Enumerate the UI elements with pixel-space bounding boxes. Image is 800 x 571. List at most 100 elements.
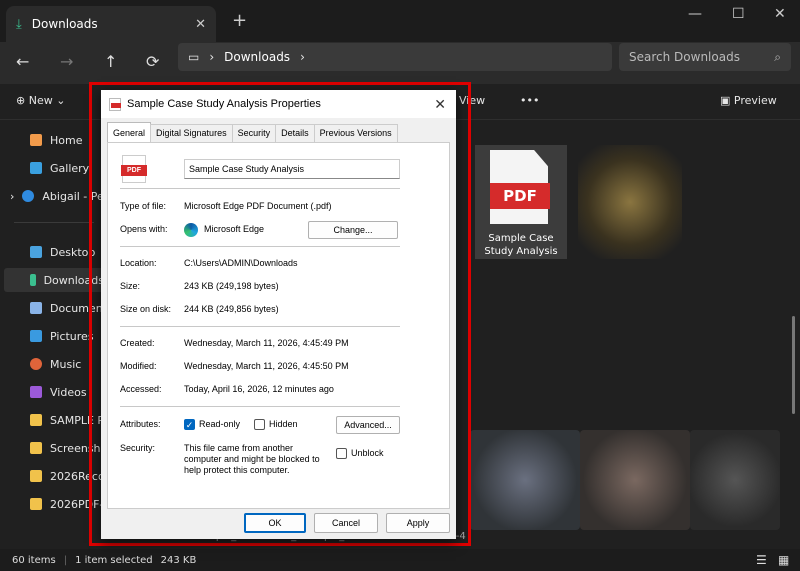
sidebar-item-label: Videos [50, 385, 87, 399]
sidebar-item-desktop[interactable]: Desktop [30, 240, 95, 264]
properties-dialog: Sample Case Study Analysis Properties ✕ … [101, 90, 456, 539]
accessed-label: Accessed: [120, 384, 162, 394]
home-icon [30, 134, 42, 146]
search-input[interactable]: Search Downloads ⌕ [619, 43, 791, 71]
file-thumbnail[interactable] [578, 145, 682, 259]
cloud-icon [22, 190, 35, 202]
download-icon [30, 274, 36, 286]
refresh-button[interactable]: ⟳ [146, 52, 159, 71]
security-message-line: help protect this computer. [184, 465, 290, 475]
address-bar[interactable]: ▭ › Downloads › [178, 43, 612, 71]
tab-downloads[interactable]: ⤓ Downloads ✕ [6, 6, 216, 42]
dialog-close-button[interactable]: ✕ [434, 96, 446, 113]
sidebar-divider [14, 222, 94, 223]
pictures-icon [30, 330, 42, 342]
chevron-right-icon: › [209, 50, 215, 64]
readonly-checkbox[interactable]: ✓ [184, 419, 195, 430]
folder-icon [30, 442, 42, 454]
details-view-icon[interactable]: ☰ [756, 553, 767, 567]
separator [120, 246, 400, 247]
new-tab-button[interactable]: + [232, 10, 247, 31]
up-button[interactable]: ↑ [104, 52, 117, 71]
advanced-button[interactable]: Advanced... [336, 416, 400, 434]
music-icon [30, 358, 42, 370]
tab-digital-signatures[interactable]: Digital Signatures [150, 124, 233, 142]
preview-button[interactable]: ▣ Preview [720, 94, 777, 107]
file-caption: Sample Case Study Analysis [476, 232, 566, 258]
file-thumbnail[interactable] [580, 430, 690, 530]
unblock-checkbox[interactable] [336, 448, 347, 459]
file-caption-line: Sample Case [488, 233, 554, 244]
tab-security[interactable]: Security [231, 124, 277, 142]
sidebar-item-videos[interactable]: Videos [30, 380, 87, 404]
size-on-disk-label: Size on disk: [120, 304, 172, 314]
location-value: C:\Users\ADMIN\Downloads [184, 258, 298, 268]
status-bar: 60 items | 1 item selected 243 KB ☰ ▦ [0, 549, 800, 571]
maximize-button[interactable]: ☐ [732, 6, 745, 22]
size-on-disk-value: 244 KB (249,856 bytes) [184, 304, 279, 314]
file-thumbnail[interactable] [690, 430, 780, 530]
new-button[interactable]: ⊕ New ⌄ [16, 94, 65, 107]
separator [120, 188, 400, 189]
sidebar-item-gallery[interactable]: Gallery [30, 156, 89, 180]
security-message-line: computer and might be blocked to [184, 454, 320, 464]
tab-title: Downloads [31, 17, 98, 31]
dialog-title: Sample Case Study Analysis Properties [127, 98, 321, 110]
sidebar-item-music[interactable]: Music [30, 352, 81, 376]
desktop-icon [30, 246, 42, 258]
item-count: 60 items [12, 554, 56, 566]
security-message: This file came from another computer and… [184, 443, 320, 476]
dialog-tabs: General Digital Signatures Security Deta… [107, 122, 398, 142]
pdf-icon: PDF [121, 155, 147, 183]
opens-with-label: Opens with: [120, 224, 168, 234]
preview-icon: ▣ [720, 94, 731, 107]
location-label: Location: [120, 258, 157, 268]
change-button[interactable]: Change... [308, 221, 398, 239]
attributes-label: Attributes: [120, 419, 161, 429]
forward-button[interactable]: → [60, 52, 73, 71]
cancel-button[interactable]: Cancel [314, 513, 378, 533]
tab-general[interactable]: General [107, 122, 152, 142]
download-icon: ⤓ [16, 16, 22, 32]
close-tab-icon[interactable]: ✕ [195, 17, 206, 32]
size-value: 243 KB (249,198 bytes) [184, 281, 279, 291]
tab-previous-versions[interactable]: Previous Versions [313, 124, 398, 142]
modified-value: Wednesday, March 11, 2026, 4:45:50 PM [184, 361, 349, 371]
breadcrumb-downloads[interactable]: Downloads [224, 50, 290, 64]
minimize-button[interactable]: — [688, 6, 702, 22]
file-thumbnail[interactable] [470, 430, 580, 530]
modified-label: Modified: [120, 361, 157, 371]
selection-size: 243 KB [160, 554, 197, 566]
apply-button[interactable]: Apply [386, 513, 450, 533]
tiles-view-icon[interactable]: ▦ [778, 553, 789, 567]
security-label: Security: [120, 443, 156, 453]
hidden-checkbox[interactable] [254, 419, 265, 430]
created-value: Wednesday, March 11, 2026, 4:45:49 PM [184, 338, 349, 348]
sidebar-item-label: Gallery [50, 161, 90, 175]
preview-label: Preview [733, 94, 777, 107]
folder-icon [30, 470, 42, 482]
videos-icon [30, 386, 42, 398]
unblock-label: Unblock [351, 448, 384, 458]
security-message-line: This file came from another [184, 443, 294, 453]
new-label: New [28, 94, 53, 107]
file-name-field[interactable]: Sample Case Study Analysis [184, 159, 400, 179]
scrollbar[interactable] [792, 316, 795, 414]
title-bar: ⤓ Downloads ✕ + — ☐ ✕ [0, 0, 800, 42]
back-button[interactable]: ← [16, 52, 29, 71]
chevron-right-icon: › [10, 189, 15, 203]
ok-button[interactable]: OK [244, 513, 306, 533]
gallery-icon [30, 162, 42, 174]
tab-details[interactable]: Details [275, 124, 315, 142]
close-window-button[interactable]: ✕ [774, 6, 786, 22]
hidden-label: Hidden [269, 419, 298, 429]
accessed-value: Today, April 16, 2026, 12 minutes ago [184, 384, 334, 394]
sidebar-item-pictures[interactable]: Pictures [30, 324, 94, 348]
status-divider: | [63, 554, 68, 566]
sidebar-item-home[interactable]: Home [30, 128, 82, 152]
type-value: Microsoft Edge PDF Document (.pdf) [184, 201, 332, 211]
type-label: Type of file: [120, 201, 167, 211]
folder-icon [30, 498, 42, 510]
search-placeholder: Search Downloads [629, 50, 740, 64]
more-options-button[interactable]: ••• [520, 94, 539, 107]
